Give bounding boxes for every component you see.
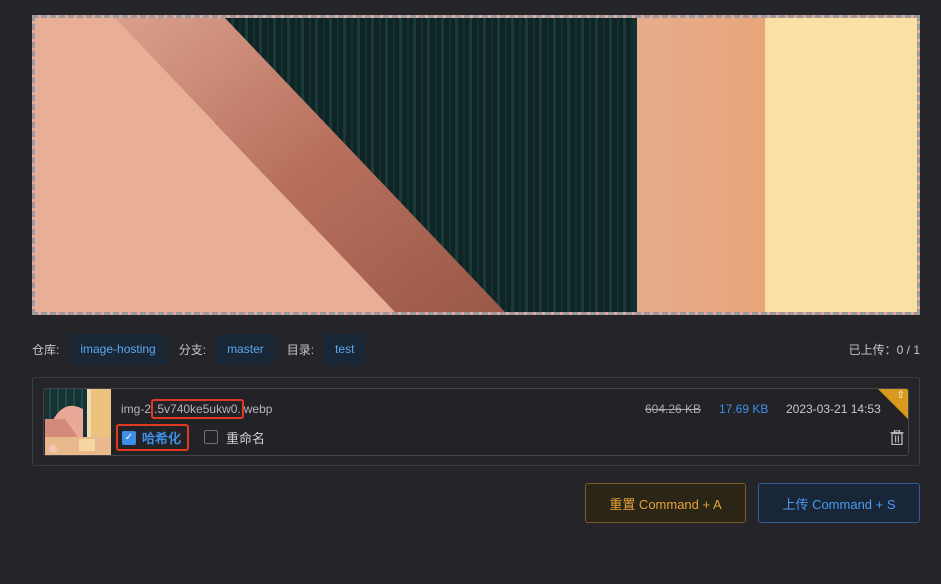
- file-name-suffix: webp: [243, 402, 273, 416]
- file-name: img-2.5v740ke5ukw0. webp: [121, 399, 273, 419]
- file-item: img-2.5v740ke5ukw0. webp 604.26 KB 17.69 …: [43, 388, 909, 456]
- rename-option[interactable]: 重命名: [204, 426, 265, 448]
- branch-label: 分支:: [178, 342, 207, 357]
- upload-arrow-icon: ⇧: [896, 390, 905, 401]
- file-name-hash: .5v740ke5ukw0.: [151, 399, 244, 419]
- trash-icon[interactable]: [890, 430, 904, 445]
- branch-tag[interactable]: master: [216, 333, 275, 365]
- preview-image: [35, 18, 917, 312]
- hash-option[interactable]: ✓ 哈希化: [116, 424, 189, 451]
- reset-button[interactable]: 重置 Command + A: [585, 483, 746, 523]
- file-thumbnail[interactable]: [45, 389, 111, 455]
- upload-progress: 已上传：0 / 1: [848, 342, 920, 357]
- original-size: 604.26 KB: [645, 402, 702, 416]
- rename-label[interactable]: 重命名: [226, 428, 265, 447]
- file-date: 2023-03-21 14:53: [786, 402, 881, 416]
- image-preview-dropzone[interactable]: [32, 15, 920, 315]
- dir-label: 目录:: [286, 342, 315, 357]
- dir-tag[interactable]: test: [324, 333, 366, 365]
- hash-label[interactable]: 哈希化: [142, 428, 181, 447]
- compressed-size: 17.69 KB: [719, 402, 769, 416]
- upload-button[interactable]: 上传 Command + S: [758, 483, 920, 523]
- file-list: img-2.5v740ke5ukw0. webp 604.26 KB 17.69 …: [32, 377, 920, 466]
- rename-checkbox[interactable]: [204, 430, 218, 444]
- repo-info-row: 仓库: image-hosting 分支: master 目录: test 已上…: [32, 333, 920, 365]
- repo-label: 仓库:: [32, 342, 60, 357]
- hash-checkbox[interactable]: ✓: [122, 430, 136, 445]
- check-icon: ✓: [124, 431, 134, 443]
- upload-page: 仓库: image-hosting 分支: master 目录: test 已上…: [0, 0, 941, 584]
- file-name-prefix: img-2: [121, 402, 152, 416]
- repo-tag[interactable]: image-hosting: [69, 333, 167, 365]
